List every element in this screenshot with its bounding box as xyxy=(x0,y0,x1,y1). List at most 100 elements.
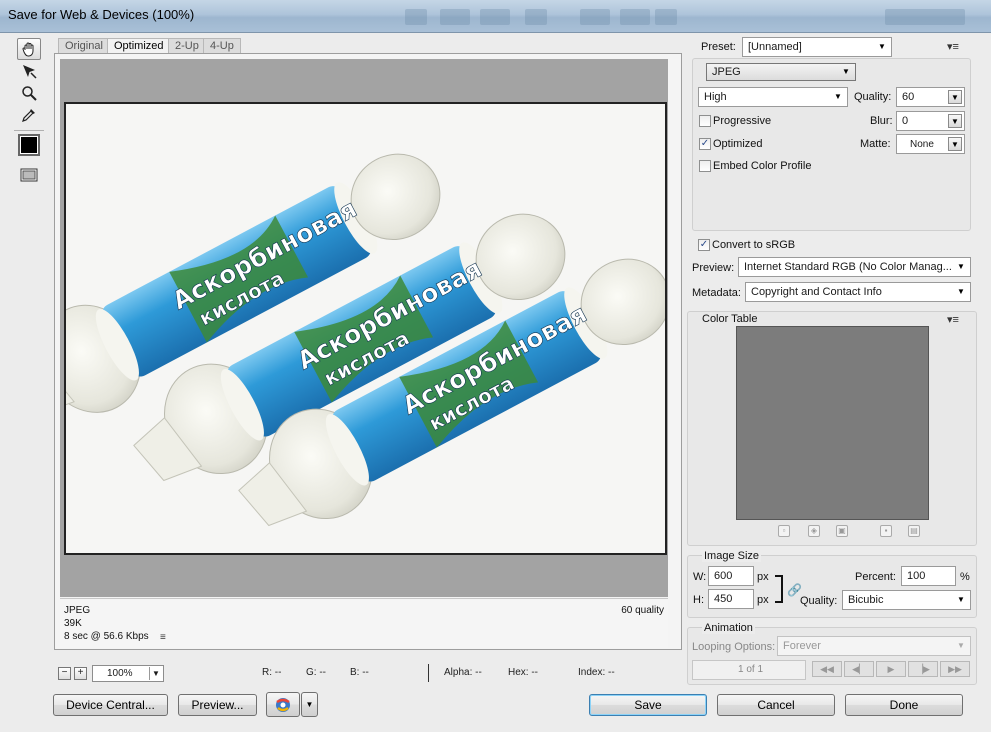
eyedropper-color-icon[interactable] xyxy=(18,134,40,156)
optimized-label: Optimized xyxy=(713,138,763,150)
blur-value: 0 xyxy=(902,115,909,127)
info-quality: 60 quality xyxy=(621,605,664,616)
looping-options-value: Forever xyxy=(783,640,821,652)
embed-color-profile-checkbox[interactable] xyxy=(699,160,711,172)
web-snap-icon: ◈ xyxy=(808,525,820,537)
readout-alpha: Alpha: -- xyxy=(444,667,482,678)
background-app-icon xyxy=(580,9,610,25)
animation-title: Animation xyxy=(702,622,755,634)
browser-icon xyxy=(276,698,290,712)
previous-frame-icon[interactable]: ◀▏ xyxy=(844,661,874,677)
matte-select[interactable]: None ▼ xyxy=(896,134,965,154)
frame-counter: 1 of 1 xyxy=(738,664,764,675)
readout-index: Index: -- xyxy=(578,667,615,678)
looping-options-select[interactable]: Forever ▼ xyxy=(777,636,971,656)
width-unit: px xyxy=(757,571,769,583)
settings-menu-icon[interactable]: ▾≡ xyxy=(947,40,959,53)
color-table-menu-icon[interactable]: ▾≡ xyxy=(947,313,959,326)
optimized-checkbox[interactable]: ✓ xyxy=(699,138,711,150)
zoom-icon[interactable] xyxy=(17,82,41,104)
quality-value: 60 xyxy=(902,91,915,103)
blur-label: Blur: xyxy=(870,115,893,127)
toolbox xyxy=(14,38,44,188)
background-app-icon xyxy=(440,9,470,25)
color-table-title: Color Table xyxy=(702,313,758,325)
chevron-down-icon: ▼ xyxy=(957,287,965,296)
eyedropper-icon[interactable] xyxy=(17,104,41,126)
device-central-button[interactable]: Device Central... xyxy=(53,694,168,716)
chevron-down-icon: ▼ xyxy=(957,262,965,271)
tab-4-up[interactable]: 4-Up xyxy=(203,38,241,54)
percent-input[interactable]: 100 xyxy=(901,566,956,586)
tab-original[interactable]: Original xyxy=(58,38,110,54)
format-select[interactable]: JPEG ▼ xyxy=(706,63,856,81)
metadata-value: Copyright and Contact Info xyxy=(751,286,882,298)
looping-options-label: Looping Options: xyxy=(692,641,776,653)
preview-label: Preview: xyxy=(692,262,735,274)
embed-color-profile-label: Embed Color Profile xyxy=(713,160,812,172)
view-tabs: Original Optimized 2-Up 4-Up xyxy=(54,38,682,55)
optimized-image-preview[interactable]: Аскорбиновая кислота Аскорбиновая кислот… xyxy=(64,102,667,555)
background-app-icon xyxy=(480,9,510,25)
new-color-icon: ▪ xyxy=(880,525,892,537)
zoom-level-value: 100% xyxy=(107,668,133,679)
zoom-level-select[interactable]: 100% ▼ xyxy=(92,665,164,682)
toggle-slices-icon[interactable] xyxy=(17,164,41,186)
browser-dropdown-button[interactable]: ▼ xyxy=(301,692,318,717)
blur-field[interactable]: 0 ▼ xyxy=(896,111,965,131)
zoom-out-button[interactable]: − xyxy=(58,667,71,680)
optimization-info-panel: JPEG 39K 8 sec @ 56.6 Kbps ≡ 60 quality xyxy=(60,598,668,648)
hand-icon[interactable] xyxy=(17,38,41,60)
convert-srgb-checkbox[interactable]: ✓ xyxy=(698,239,710,251)
preview-profile-value: Internet Standard RGB (No Color Manag... xyxy=(744,261,952,273)
title-bar: Save for Web & Devices (100%) xyxy=(0,0,991,33)
zoom-in-button[interactable]: + xyxy=(74,667,87,680)
height-label: H: xyxy=(693,594,704,606)
chevron-down-icon: ▼ xyxy=(948,137,962,151)
preset-label: Preset: xyxy=(701,41,736,53)
constrain-bracket xyxy=(775,575,783,603)
readout-red: R: -- xyxy=(262,667,282,678)
chevron-down-icon: ▼ xyxy=(948,114,962,128)
height-input[interactable]: 450 xyxy=(708,589,754,609)
color-table-swatches[interactable] xyxy=(736,326,929,520)
chevron-down-icon: ▼ xyxy=(878,42,886,51)
slice-select-icon[interactable] xyxy=(17,60,41,82)
first-frame-icon[interactable]: ◀◀ xyxy=(812,661,842,677)
map-color-icon: ▫ xyxy=(778,525,790,537)
preset-select[interactable]: [Unnamed] ▼ xyxy=(742,37,892,57)
chevron-down-icon: ▼ xyxy=(842,67,850,76)
width-input[interactable]: 600 xyxy=(708,566,754,586)
compression-quality-select[interactable]: High ▼ xyxy=(698,87,848,107)
save-button[interactable]: Save xyxy=(589,694,707,716)
browser-preview-button[interactable] xyxy=(266,692,300,717)
cancel-button[interactable]: Cancel xyxy=(717,694,835,716)
quality-field[interactable]: 60 ▼ xyxy=(896,87,965,107)
background-app-icon xyxy=(620,9,650,25)
info-menu-icon[interactable]: ≡ xyxy=(160,632,166,643)
trash-icon: ▤ xyxy=(908,525,920,537)
window-title: Save for Web & Devices (100%) xyxy=(8,7,195,22)
convert-srgb-label: Convert to sRGB xyxy=(712,239,796,251)
next-frame-icon[interactable]: ▕▶ xyxy=(908,661,938,677)
metadata-select[interactable]: Copyright and Contact Info ▼ xyxy=(745,282,971,302)
chevron-down-icon: ▼ xyxy=(957,595,965,604)
background-app-icon xyxy=(885,9,965,25)
chevron-down-icon: ▼ xyxy=(834,92,842,101)
last-frame-icon[interactable]: ▶▶ xyxy=(940,661,970,677)
progressive-checkbox[interactable] xyxy=(699,115,711,127)
percent-unit: % xyxy=(960,571,970,583)
tab-2-up[interactable]: 2-Up xyxy=(168,38,206,54)
preview-profile-select[interactable]: Internet Standard RGB (No Color Manag...… xyxy=(738,257,971,277)
preset-value: [Unnamed] xyxy=(748,41,802,53)
readout-hex: Hex: -- xyxy=(508,667,538,678)
matte-label: Matte: xyxy=(860,138,891,150)
done-button[interactable]: Done xyxy=(845,694,963,716)
image-size-title: Image Size xyxy=(702,550,762,562)
metadata-label: Metadata: xyxy=(692,287,741,299)
readout-green: G: -- xyxy=(306,667,326,678)
preview-button[interactable]: Preview... xyxy=(178,694,257,716)
chevron-down-icon: ▼ xyxy=(948,90,962,104)
resample-quality-select[interactable]: Bicubic ▼ xyxy=(842,590,971,610)
play-icon[interactable]: ▶ xyxy=(876,661,906,677)
